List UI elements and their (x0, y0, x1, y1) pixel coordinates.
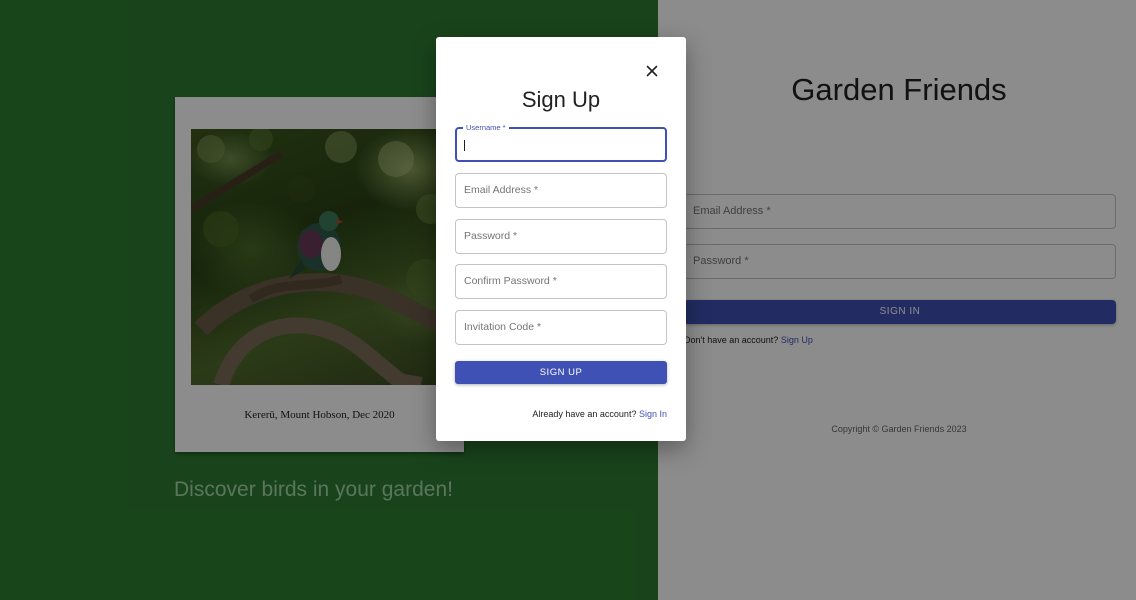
signup-dialog: Sign Up Username * Email Address * Passw… (436, 37, 686, 441)
password-field[interactable]: Password * (455, 219, 667, 254)
confirm-password-field[interactable]: Confirm Password * (455, 264, 667, 299)
signin-link[interactable]: Sign In (639, 409, 667, 419)
close-icon (646, 65, 658, 77)
email-field[interactable]: Email Address * (455, 173, 667, 208)
have-account-line: Already have an account? Sign In (436, 409, 667, 419)
username-field[interactable]: Username * (455, 123, 667, 162)
have-account-text: Already have an account? (532, 409, 637, 419)
dialog-title: Sign Up (521, 87, 601, 112)
close-button[interactable] (643, 62, 661, 80)
signup-submit-button[interactable]: SIGN UP (455, 361, 667, 384)
text-caret (464, 140, 465, 151)
username-label: Username * (463, 123, 509, 132)
invitation-code-field[interactable]: Invitation Code * (455, 310, 667, 345)
